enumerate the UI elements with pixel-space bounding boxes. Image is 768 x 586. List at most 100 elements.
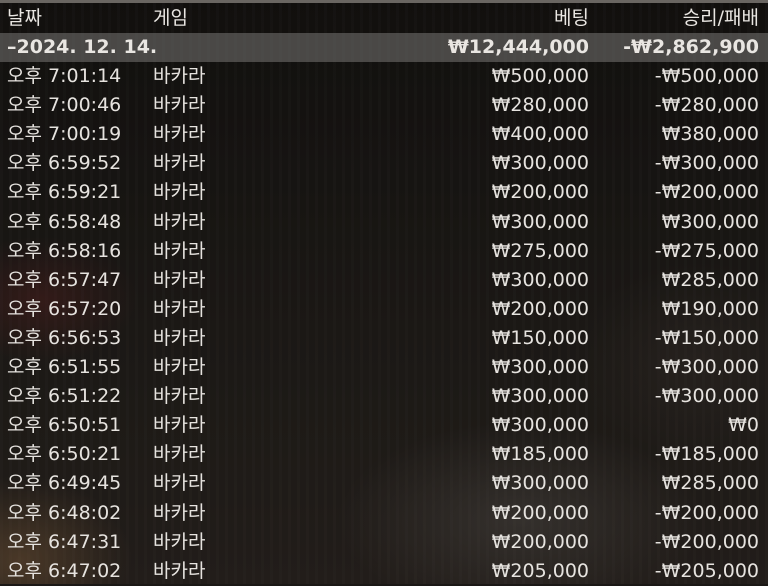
row-bet-amount: ₩300,000 — [491, 472, 589, 494]
row-win-loss: -₩200,000 — [654, 531, 759, 553]
row-game: 바카라 — [153, 385, 206, 407]
table-row[interactable]: 오후 6:51:22 바카라 ₩300,000 -₩300,000 — [0, 382, 768, 411]
table-row[interactable]: 오후 6:58:16 바카라 ₩275,000 -₩275,000 — [0, 237, 768, 266]
row-game: 바카라 — [153, 443, 206, 465]
row-time: 오후 7:00:19 — [7, 123, 122, 145]
row-bet-amount: ₩200,000 — [491, 502, 589, 524]
summary-win-loss-total: -₩2,862,900 — [623, 36, 759, 58]
row-win-loss: ₩285,000 — [661, 269, 759, 291]
row-game: 바카라 — [153, 94, 206, 116]
row-time: 오후 6:48:02 — [7, 502, 122, 524]
row-bet-amount: ₩200,000 — [491, 298, 589, 320]
row-game: 바카라 — [153, 211, 206, 233]
row-win-loss: -₩500,000 — [654, 65, 759, 87]
row-bet-amount: ₩500,000 — [491, 65, 589, 87]
table-row[interactable]: 오후 6:58:48 바카라 ₩300,000 ₩300,000 — [0, 208, 768, 237]
row-time: 오후 7:00:46 — [7, 94, 122, 116]
table-row[interactable]: 오후 6:56:53 바카라 ₩150,000 -₩150,000 — [0, 324, 768, 353]
row-game: 바카라 — [153, 65, 206, 87]
table-row[interactable]: 오후 6:48:02 바카라 ₩200,000 -₩200,000 — [0, 499, 768, 528]
row-game: 바카라 — [153, 531, 206, 553]
row-bet-amount: ₩400,000 — [491, 123, 589, 145]
row-time: 오후 6:50:51 — [7, 414, 122, 436]
row-game: 바카라 — [153, 152, 206, 174]
row-time: 오후 6:58:48 — [7, 211, 122, 233]
table-row[interactable]: 오후 6:51:55 바카라 ₩300,000 -₩300,000 — [0, 353, 768, 382]
table-row[interactable]: 오후 6:57:20 바카라 ₩200,000 ₩190,000 — [0, 295, 768, 324]
bet-history-table: 날짜 게임 베팅 승리/패배 –2024. 12. 14. ₩12,444,00… — [0, 0, 768, 584]
row-win-loss: -₩300,000 — [654, 152, 759, 174]
row-bet-amount: ₩185,000 — [491, 443, 589, 465]
column-header-bet[interactable]: 베팅 — [554, 3, 589, 33]
row-time: 오후 6:56:53 — [7, 327, 122, 349]
table-row[interactable]: 오후 6:59:21 바카라 ₩200,000 -₩200,000 — [0, 178, 768, 207]
row-win-loss: -₩205,000 — [654, 560, 759, 582]
row-win-loss: ₩300,000 — [661, 211, 759, 233]
row-time: 오후 6:51:22 — [7, 385, 122, 407]
row-time: 오후 6:59:21 — [7, 181, 122, 203]
row-win-loss: ₩380,000 — [661, 123, 759, 145]
row-win-loss: ₩285,000 — [661, 472, 759, 494]
row-win-loss: -₩200,000 — [654, 502, 759, 524]
row-win-loss: -₩185,000 — [654, 443, 759, 465]
table-row[interactable]: 오후 7:00:19 바카라 ₩400,000 ₩380,000 — [0, 120, 768, 149]
table-row[interactable]: 오후 6:57:47 바카라 ₩300,000 ₩285,000 — [0, 266, 768, 295]
table-row[interactable]: 오후 6:47:02 바카라 ₩205,000 -₩205,000 — [0, 557, 768, 586]
row-win-loss: -₩275,000 — [654, 240, 759, 262]
row-game: 바카라 — [153, 181, 206, 203]
row-time: 오후 6:47:02 — [7, 560, 122, 582]
row-time: 오후 6:58:16 — [7, 240, 122, 262]
table-row[interactable]: 오후 6:47:31 바카라 ₩200,000 -₩200,000 — [0, 528, 768, 557]
table-row[interactable]: 오후 7:01:14 바카라 ₩500,000 -₩500,000 — [0, 62, 768, 91]
row-bet-amount: ₩300,000 — [491, 211, 589, 233]
row-game: 바카라 — [153, 327, 206, 349]
row-bet-amount: ₩300,000 — [491, 269, 589, 291]
row-game: 바카라 — [153, 356, 206, 378]
row-bet-amount: ₩280,000 — [491, 94, 589, 116]
column-header-date[interactable]: 날짜 — [7, 3, 42, 33]
table-row[interactable]: 오후 7:00:46 바카라 ₩280,000 -₩280,000 — [0, 91, 768, 120]
table-row[interactable]: 오후 6:50:51 바카라 ₩300,000 ₩0 — [0, 411, 768, 440]
column-header-win-loss[interactable]: 승리/패배 — [683, 3, 759, 33]
row-bet-amount: ₩205,000 — [491, 560, 589, 582]
row-win-loss: ₩190,000 — [661, 298, 759, 320]
table-row[interactable]: 오후 6:49:45 바카라 ₩300,000 ₩285,000 — [0, 469, 768, 498]
row-bet-amount: ₩300,000 — [491, 414, 589, 436]
row-bet-amount: ₩200,000 — [491, 531, 589, 553]
row-time: 오후 6:49:45 — [7, 472, 122, 494]
row-game: 바카라 — [153, 269, 206, 291]
row-time: 오후 6:50:21 — [7, 443, 122, 465]
table-header: 날짜 게임 베팅 승리/패배 — [0, 0, 768, 33]
row-time: 오후 6:57:47 — [7, 269, 122, 291]
row-time: 오후 6:47:31 — [7, 531, 122, 553]
row-game: 바카라 — [153, 502, 206, 524]
row-bet-amount: ₩200,000 — [491, 181, 589, 203]
row-win-loss: -₩200,000 — [654, 181, 759, 203]
row-game: 바카라 — [153, 240, 206, 262]
row-win-loss: -₩300,000 — [654, 356, 759, 378]
row-game: 바카라 — [153, 472, 206, 494]
table-row[interactable]: 오후 6:59:52 바카라 ₩300,000 -₩300,000 — [0, 149, 768, 178]
row-game: 바카라 — [153, 123, 206, 145]
row-game: 바카라 — [153, 298, 206, 320]
row-time: 오후 6:57:20 — [7, 298, 122, 320]
row-bet-amount: ₩300,000 — [491, 356, 589, 378]
row-bet-amount: ₩300,000 — [491, 385, 589, 407]
row-game: 바카라 — [153, 414, 206, 436]
row-bet-amount: ₩150,000 — [491, 327, 589, 349]
row-bet-amount: ₩300,000 — [491, 152, 589, 174]
summary-bet-total: ₩12,444,000 — [447, 36, 589, 58]
row-bet-amount: ₩275,000 — [491, 240, 589, 262]
table-row[interactable]: 오후 6:50:21 바카라 ₩185,000 -₩185,000 — [0, 440, 768, 469]
row-time: 오후 6:59:52 — [7, 152, 122, 174]
row-win-loss: -₩300,000 — [654, 385, 759, 407]
row-time: 오후 7:01:14 — [7, 65, 122, 87]
row-time: 오후 6:51:55 — [7, 356, 122, 378]
row-win-loss: -₩280,000 — [654, 94, 759, 116]
summary-date: –2024. 12. 14. — [7, 36, 158, 58]
row-win-loss: ₩0 — [728, 414, 759, 436]
row-win-loss: -₩150,000 — [654, 327, 759, 349]
date-group-summary-row[interactable]: –2024. 12. 14. ₩12,444,000 -₩2,862,900 — [0, 33, 768, 62]
row-game: 바카라 — [153, 560, 206, 582]
column-header-game[interactable]: 게임 — [153, 3, 188, 33]
